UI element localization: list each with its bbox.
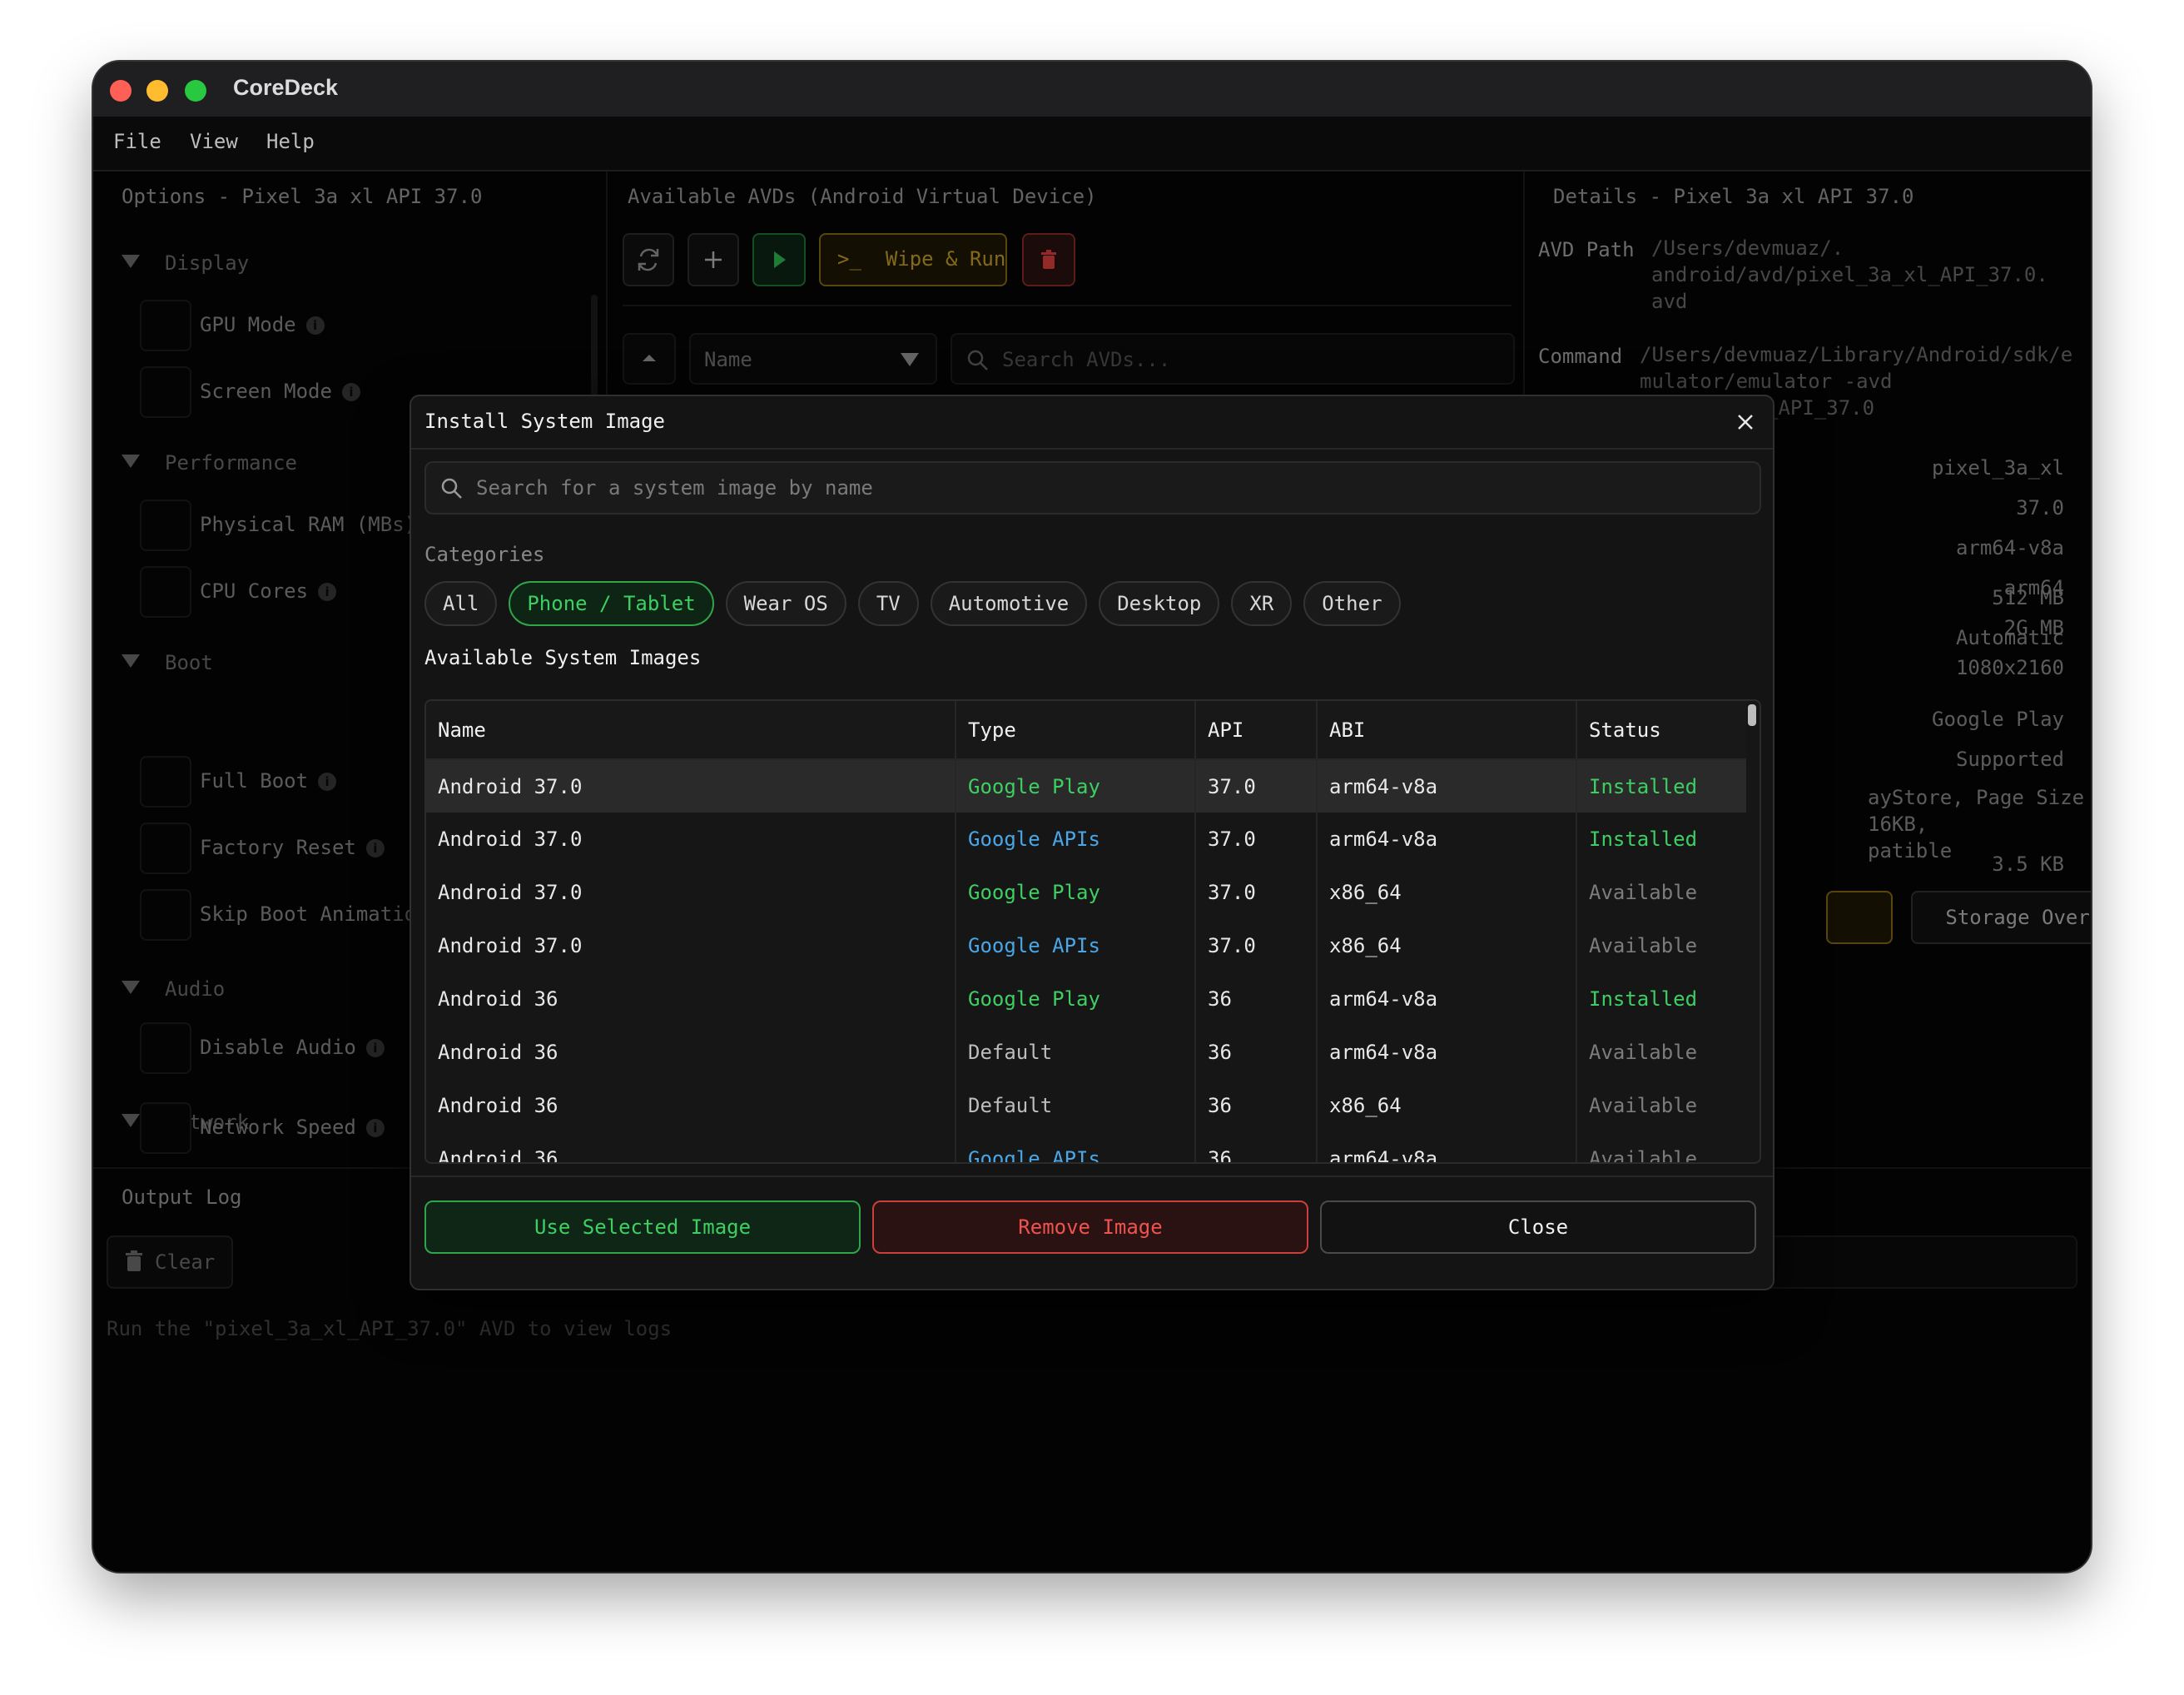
- category-chip-all[interactable]: All: [424, 581, 498, 626]
- dialog-footer-divider: [411, 1176, 1773, 1177]
- close-icon: [1738, 415, 1753, 430]
- cell-api: 37.0: [1195, 919, 1318, 972]
- dialog-close-button[interactable]: [1731, 408, 1760, 436]
- menu-help[interactable]: Help: [266, 130, 315, 153]
- cell-status: Available: [1589, 1041, 1698, 1064]
- remove-image-button[interactable]: Remove Image: [872, 1200, 1308, 1254]
- close-dialog-button[interactable]: Close: [1320, 1200, 1756, 1254]
- cell-type: Google Play: [956, 866, 1196, 919]
- use-selected-image-button[interactable]: Use Selected Image: [424, 1200, 861, 1254]
- zoom-window-button[interactable]: [185, 80, 206, 102]
- install-system-image-dialog: Install System Image Categories AllPhone…: [410, 395, 1774, 1290]
- column-header-api[interactable]: API: [1195, 701, 1318, 760]
- cell-status: Installed: [1589, 987, 1698, 1011]
- table-row[interactable]: Android 37.0 Google APIs 37.0 x86_64 Ava…: [426, 919, 1746, 972]
- category-chip-xr[interactable]: XR: [1231, 581, 1293, 626]
- category-chip-automotive[interactable]: Automotive: [930, 581, 1088, 626]
- cell-api: 37.0: [1195, 759, 1318, 813]
- table-row[interactable]: Android 37.0 Google Play 37.0 arm64-v8a …: [426, 759, 1746, 813]
- cell-abi: arm64-v8a: [1317, 972, 1577, 1026]
- cell-abi: arm64-v8a: [1317, 813, 1577, 866]
- column-header-abi[interactable]: ABI: [1317, 701, 1577, 760]
- cell-type: Google Play: [956, 972, 1196, 1026]
- table-row[interactable]: Android 36 Google APIs 36 arm64-v8a Avai…: [426, 1132, 1746, 1164]
- cell-status: Available: [1589, 934, 1698, 957]
- app-title: CoreDeck: [233, 75, 339, 100]
- cell-name: Android 37.0: [426, 866, 956, 919]
- cell-abi: arm64-v8a: [1317, 1132, 1577, 1162]
- table-row[interactable]: Android 36 Default 36 x86_64 Available: [426, 1079, 1746, 1132]
- system-image-search-input[interactable]: [476, 463, 1741, 513]
- cell-type: Google Play: [956, 759, 1196, 813]
- category-chip-phone-tablet[interactable]: Phone / Tablet: [509, 581, 714, 626]
- cell-name: Android 36: [426, 1132, 956, 1162]
- table-row[interactable]: Android 37.0 Google Play 37.0 x86_64 Ava…: [426, 866, 1746, 919]
- cell-name: Android 36: [426, 1026, 956, 1079]
- cell-api: 36: [1195, 1026, 1318, 1079]
- system-image-search[interactable]: [424, 461, 1761, 514]
- cell-status: Available: [1589, 881, 1698, 904]
- cell-type: Google APIs: [956, 919, 1196, 972]
- column-header-type[interactable]: Type: [956, 701, 1196, 760]
- cell-status: Installed: [1589, 828, 1698, 851]
- category-chip-wear-os[interactable]: Wear OS: [725, 581, 846, 626]
- categories-label: Categories: [424, 543, 545, 566]
- cell-abi: arm64-v8a: [1317, 759, 1577, 813]
- category-chips: All Phone / Tablet Wear OS TV Automotive Desk…: [424, 581, 1412, 626]
- minimize-window-button[interactable]: [146, 80, 168, 102]
- cell-name: Android 37.0: [426, 813, 956, 866]
- system-images-table: Name Type API ABI Status Android 37.0 Go…: [424, 699, 1761, 1164]
- cell-type: Default: [956, 1026, 1196, 1079]
- cell-api: 37.0: [1195, 866, 1318, 919]
- cell-name: Android 36: [426, 972, 956, 1026]
- table-row[interactable]: Android 36 Default 36 arm64-v8a Availabl…: [426, 1026, 1746, 1079]
- cell-status: Installed: [1576, 759, 1746, 813]
- cell-api: 37.0: [1195, 813, 1318, 866]
- category-chip-desktop[interactable]: Desktop: [1099, 581, 1220, 626]
- menu-bar: File View Help: [93, 117, 2091, 171]
- category-chip-tv[interactable]: TV: [857, 581, 919, 626]
- cell-name: Android 36: [426, 1079, 956, 1132]
- table-row[interactable]: Android 37.0 Google APIs 37.0 arm64-v8a …: [426, 813, 1746, 866]
- cell-status: Available: [1589, 1094, 1698, 1117]
- close-window-button[interactable]: [110, 80, 132, 102]
- menu-view[interactable]: View: [190, 130, 238, 153]
- cell-abi: arm64-v8a: [1317, 1026, 1577, 1079]
- column-header-name[interactable]: Name: [426, 701, 956, 760]
- title-bar: CoreDeck: [93, 62, 2091, 117]
- table-row[interactable]: Android 36 Google Play 36 arm64-v8a Inst…: [426, 972, 1746, 1026]
- dialog-title: Install System Image: [424, 410, 665, 433]
- cell-api: 36: [1195, 1079, 1318, 1132]
- cell-name: Android 37.0: [426, 919, 956, 972]
- column-header-status[interactable]: Status: [1576, 701, 1746, 760]
- available-images-label: Available System Images: [424, 646, 702, 669]
- cell-status: Available: [1589, 1147, 1698, 1164]
- cell-abi: x86_64: [1317, 919, 1577, 972]
- cell-api: 36: [1195, 1132, 1318, 1162]
- dialog-header: Install System Image: [411, 396, 1773, 450]
- cell-type: Default: [956, 1079, 1196, 1132]
- cell-type: Google APIs: [956, 1132, 1196, 1162]
- cell-name: Android 37.0: [426, 759, 956, 813]
- cell-api: 36: [1195, 972, 1318, 1026]
- search-icon: [441, 478, 462, 499]
- cell-type: Google APIs: [956, 813, 1196, 866]
- table-scrollbar[interactable]: [1748, 704, 1756, 726]
- category-chip-other[interactable]: Other: [1303, 581, 1401, 626]
- app-window: CoreDeck File View Help Options - Pixel …: [93, 62, 2091, 1572]
- cell-abi: x86_64: [1317, 866, 1577, 919]
- menu-file[interactable]: File: [113, 130, 161, 153]
- table-header-row: Name Type API ABI Status: [426, 701, 1746, 760]
- cell-abi: x86_64: [1317, 1079, 1577, 1132]
